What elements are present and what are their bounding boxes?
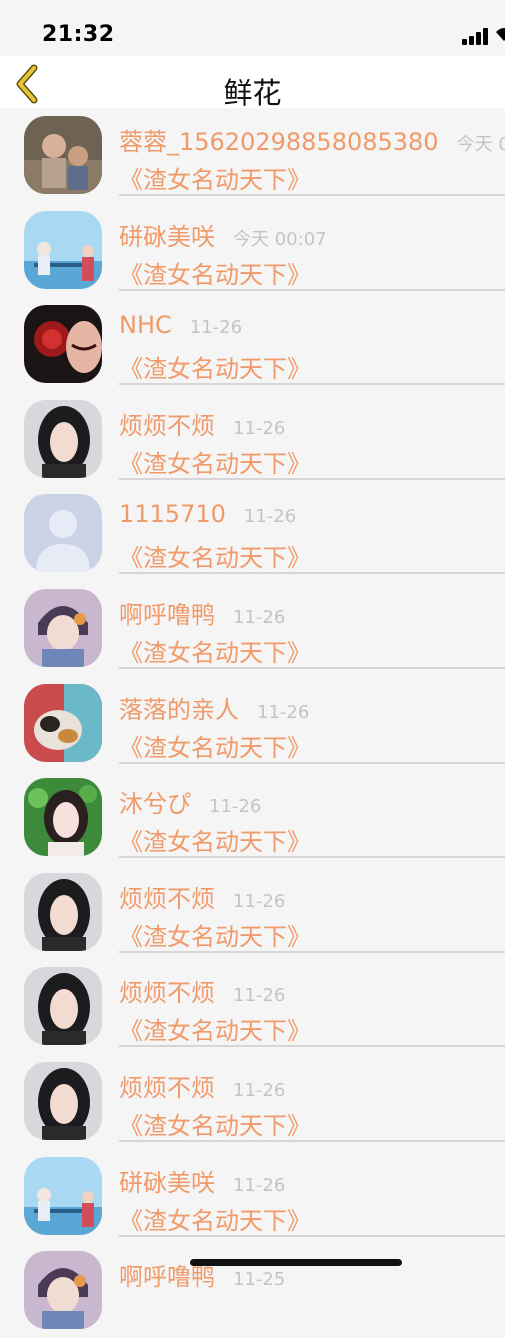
page-title: 鲜花 <box>223 76 282 110</box>
divider <box>119 761 505 764</box>
book-title[interactable]: 《渣女名动天下》 <box>119 917 311 952</box>
user-name[interactable]: 硑砯美咲 <box>119 1169 215 1197</box>
timestamp: 今天 00:07 <box>233 228 327 250</box>
list-item[interactable]: 啊呼噜鸭 11-25 <box>0 1243 505 1338</box>
book-title[interactable]: 《渣女名动天下》 <box>119 160 311 195</box>
nav-bar: 鲜花 <box>0 56 505 110</box>
user-name[interactable]: 1115710 <box>119 500 226 528</box>
name-line: 蓉蓉_1562029885808538​0 今天 0 <box>119 122 505 157</box>
timestamp: 11-26 <box>209 796 262 818</box>
list-item[interactable]: 落落的亲人 11-26 《渣女名动天下》 <box>0 676 505 771</box>
user-name[interactable]: 落落的亲人 <box>119 696 239 724</box>
timestamp: 11-26 <box>233 417 286 439</box>
book-title[interactable]: 《渣女名动天下》 <box>119 538 311 573</box>
list-item[interactable]: NHC 11-26 《渣女名动天下》 <box>0 297 505 392</box>
divider <box>119 194 505 196</box>
book-title[interactable]: 《渣女名动天下》 <box>119 349 311 384</box>
list-item[interactable]: 烦烦不烦 11-26 《渣女名动天下》 <box>0 865 505 960</box>
user-name[interactable]: 啊呼噜鸭 <box>119 601 215 629</box>
user-name[interactable]: 烦烦不烦 <box>119 412 215 440</box>
user-name[interactable]: 蓉蓉_1562029885808538​0 <box>119 128 439 156</box>
timestamp: 11-26 <box>189 317 243 339</box>
user-name[interactable]: 硑砯美咲 <box>119 223 215 251</box>
user-name[interactable]: 烦烦不烦 <box>119 1074 215 1102</box>
avatar[interactable] <box>24 872 102 951</box>
avatar[interactable] <box>24 1061 102 1140</box>
list-item[interactable]: 沐兮ぴ 11-26 《渣女名动天下》 <box>0 770 505 865</box>
divider <box>119 288 505 291</box>
divider <box>119 666 505 669</box>
name-line: 落落的亲人 11-26 <box>119 690 309 725</box>
name-line: 烦烦不烦 11-26 <box>119 1068 285 1103</box>
divider <box>119 477 505 480</box>
user-name[interactable]: 啊呼噜鸭 <box>119 1263 215 1291</box>
avatar[interactable] <box>24 305 102 384</box>
avatar[interactable] <box>24 399 102 478</box>
timestamp: 11-26 <box>233 985 286 1007</box>
list-item[interactable]: 1115710 11-26 《渣女名动天下》 <box>0 486 505 581</box>
timestamp: 11-26 <box>243 506 297 528</box>
list-item[interactable]: 蓉蓉_1562029885808538​0 今天 0 《渣女名动天下》 <box>0 108 505 203</box>
name-line: 沐兮ぴ 11-26 <box>119 784 261 819</box>
avatar[interactable] <box>24 1156 102 1235</box>
name-line: 硑砯美咲 11-26 <box>119 1163 285 1198</box>
name-line: 硑砯美咲 今天 00:07 <box>119 217 327 252</box>
name-line: 烦烦不烦 11-26 <box>119 406 285 441</box>
avatar[interactable] <box>24 494 102 573</box>
name-line: 烦烦不烦 11-26 <box>119 879 285 914</box>
user-name[interactable]: 烦烦不烦 <box>119 885 215 913</box>
book-title[interactable]: 《渣女名动天下》 <box>119 1011 311 1046</box>
divider <box>119 1234 505 1237</box>
divider <box>119 856 505 859</box>
avatar[interactable] <box>24 1251 102 1330</box>
book-title[interactable]: 《渣女名动天下》 <box>119 444 311 479</box>
list-item[interactable]: 烦烦不烦 11-26 《渣女名动天下》 <box>0 959 505 1054</box>
timestamp: 11-26 <box>257 701 310 723</box>
avatar[interactable] <box>24 683 102 762</box>
home-indicator[interactable] <box>190 1259 402 1266</box>
status-time: 21:32 <box>42 22 115 47</box>
avatar[interactable] <box>24 588 102 667</box>
user-name[interactable]: NHC <box>119 311 172 339</box>
signal-icon <box>462 27 490 45</box>
timestamp: 11-26 <box>233 1079 286 1101</box>
name-line: NHC 11-26 <box>119 311 242 339</box>
book-title[interactable]: 《渣女名动天下》 <box>119 822 311 857</box>
name-line: 啊呼噜鸭 11-26 <box>119 595 285 630</box>
avatar[interactable] <box>24 116 102 194</box>
divider <box>119 1045 505 1048</box>
book-title[interactable]: 《渣女名动天下》 <box>119 1106 311 1141</box>
list-item[interactable]: 烦烦不烦 11-26 《渣女名动天下》 <box>0 392 505 487</box>
status-bar: 21:32 <box>0 0 505 56</box>
gift-list: 蓉蓉_1562029885808538​0 今天 0 《渣女名动天下》 硑砯美咲 今天 … <box>0 108 505 1338</box>
divider <box>119 1139 505 1142</box>
divider <box>119 950 505 953</box>
timestamp: 11-26 <box>233 606 286 628</box>
list-item[interactable]: 烦烦不烦 11-26 《渣女名动天下》 <box>0 1054 505 1149</box>
user-name[interactable]: 沐兮ぴ <box>119 790 191 818</box>
avatar[interactable] <box>24 210 102 289</box>
name-line: 1115710 11-26 <box>119 500 296 528</box>
divider <box>119 572 505 575</box>
timestamp: 今天 0 <box>456 134 505 155</box>
book-title[interactable]: 《渣女名动天下》 <box>119 728 311 763</box>
book-title[interactable]: 《渣女名动天下》 <box>119 255 311 290</box>
list-item[interactable]: 硑砯美咲 11-26 《渣女名动天下》 <box>0 1149 505 1244</box>
avatar[interactable] <box>24 778 102 857</box>
list-item[interactable]: 硑砯美咲 今天 00:07 《渣女名动天下》 <box>0 203 505 298</box>
wifi-icon <box>496 28 505 41</box>
name-line: 烦烦不烦 11-26 <box>119 973 285 1008</box>
list-item[interactable]: 啊呼噜鸭 11-26 《渣女名动天下》 <box>0 581 505 676</box>
book-title[interactable]: 《渣女名动天下》 <box>119 633 311 668</box>
timestamp: 11-26 <box>233 890 286 912</box>
divider <box>119 383 505 386</box>
avatar[interactable] <box>24 967 102 1046</box>
user-name[interactable]: 烦烦不烦 <box>119 979 215 1007</box>
timestamp: 11-26 <box>233 1174 286 1196</box>
book-title[interactable]: 《渣女名动天下》 <box>119 1201 311 1236</box>
